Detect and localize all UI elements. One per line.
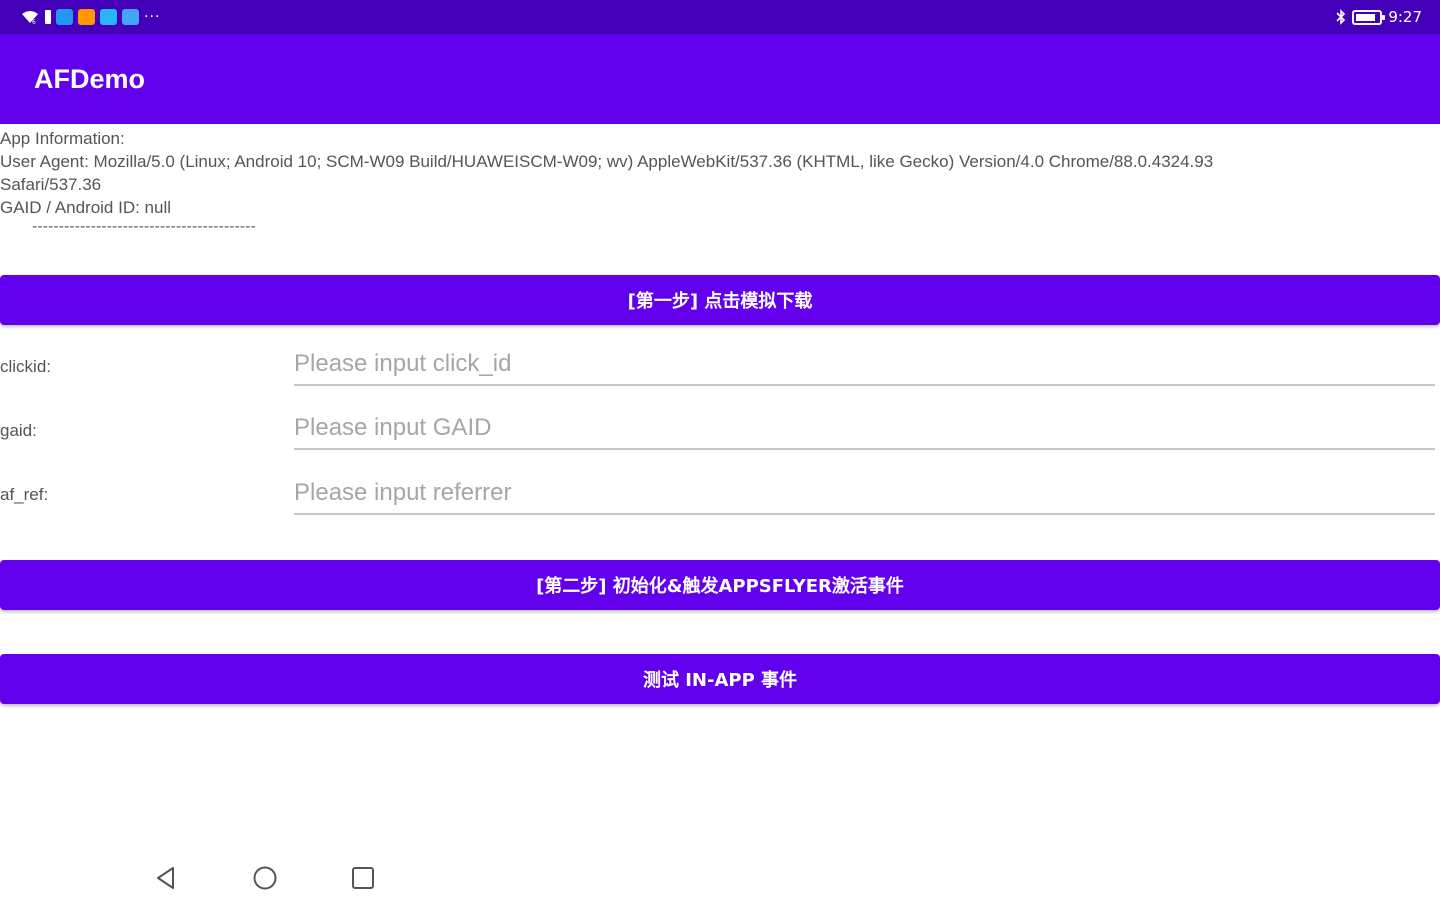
app-title: AFDemo <box>34 64 146 94</box>
more-notifications-icon: ··· <box>144 9 161 25</box>
gaid-label: gaid: <box>0 421 37 440</box>
sim-icon <box>45 10 51 24</box>
navigation-bar <box>0 852 1440 900</box>
recents-icon <box>352 867 374 889</box>
app-bar: AFDemo <box>0 34 1440 124</box>
user-agent-text-continued: Safari/537.36 <box>0 175 102 194</box>
dashed-divider: ----------------------------------------… <box>32 218 256 235</box>
clickid-input[interactable] <box>294 344 1435 386</box>
svg-text:6: 6 <box>32 19 36 25</box>
user-agent-text: User Agent: Mozilla/5.0 (Linux; Android … <box>0 152 1214 171</box>
app-info: App Information: User Agent: Mozilla/5.0… <box>0 127 1440 219</box>
step2-init-appsflyer-button[interactable]: [第二步] 初始化&触发APPSFLYER激活事件 <box>0 560 1440 610</box>
app-info-heading: App Information: <box>0 129 125 148</box>
status-bar: 6 ··· 9:27 <box>0 0 1440 34</box>
back-icon <box>157 867 174 889</box>
back-button[interactable] <box>152 864 180 892</box>
clickid-label: clickid: <box>0 357 52 376</box>
status-icons-left: 6 ··· <box>20 8 160 26</box>
af-ref-label: af_ref: <box>0 485 49 504</box>
home-icon <box>253 866 277 890</box>
gaid-input[interactable] <box>294 408 1435 450</box>
recents-button[interactable] <box>349 864 377 892</box>
wifi-icon: 6 <box>22 11 38 25</box>
step1-simulate-download-button[interactable]: [第一步] 点击模拟下载 <box>0 275 1440 325</box>
af-ref-input[interactable] <box>294 473 1435 515</box>
status-icons-right: 9:27 <box>1336 8 1422 26</box>
battery-icon <box>1352 9 1386 25</box>
app-notification-icon <box>122 9 139 25</box>
app-notification-icon <box>78 9 95 25</box>
app-notification-icon <box>56 9 73 25</box>
gaid-info-text: GAID / Android ID: null <box>0 198 172 217</box>
status-time: 9:27 <box>1388 8 1422 26</box>
test-inapp-event-button[interactable]: 测试 IN-APP 事件 <box>0 654 1440 704</box>
bluetooth-icon <box>1336 9 1346 25</box>
app-notification-icon <box>100 9 117 25</box>
home-button[interactable] <box>251 864 279 892</box>
